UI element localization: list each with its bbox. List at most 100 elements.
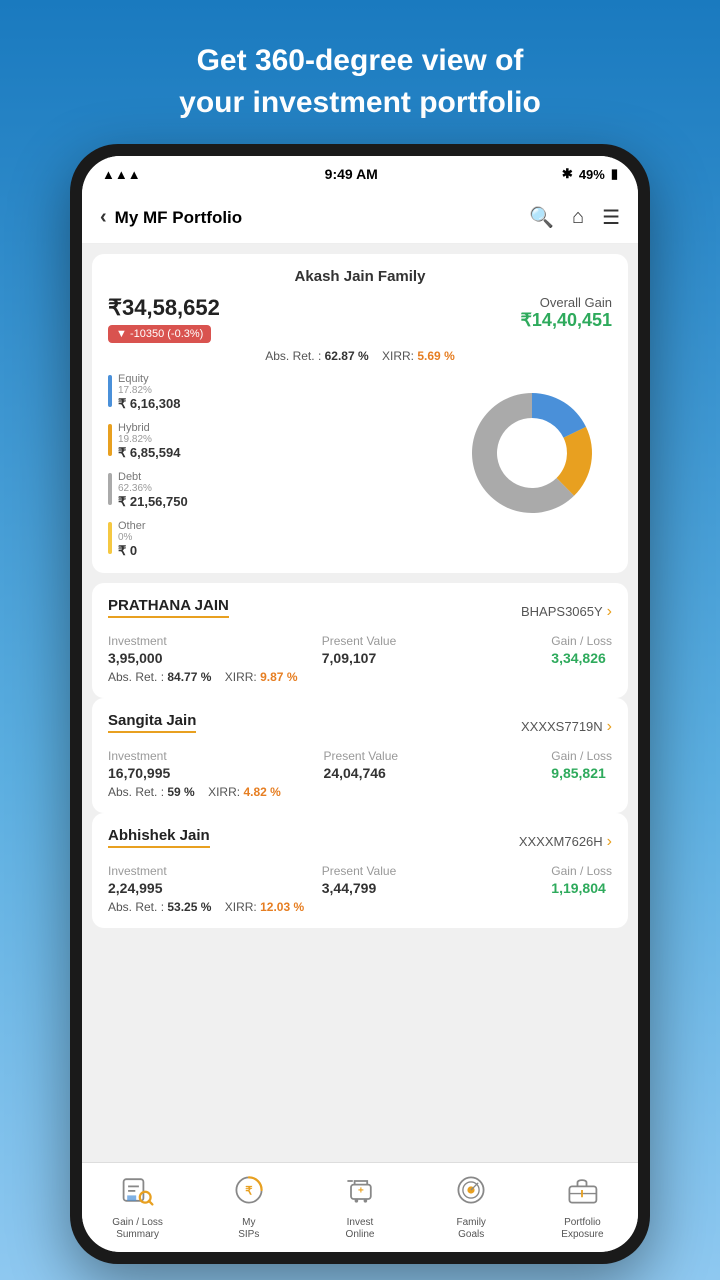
- abs-ret-value: 62.87 %: [325, 349, 369, 363]
- bottom-nav: Gain / LossSummary ₹ MySIPs + InvestOnli…: [82, 1162, 638, 1252]
- gain-loss-value: 9,85,821: [551, 765, 612, 781]
- svg-text:₹: ₹: [245, 1185, 253, 1198]
- alloc-dot: [108, 522, 112, 554]
- allocation-list: Equity 17.82% ₹ 6,16,308 Hybrid 19.82% ₹…: [108, 373, 444, 559]
- bottom-nav-my-sips[interactable]: ₹ MySIPs: [193, 1172, 304, 1241]
- member-card[interactable]: Abhishek Jain XXXXM7626H › Investment 2,…: [92, 813, 628, 928]
- invest-online-icon: +: [342, 1172, 378, 1213]
- member-present-value-col: Present Value 3,44,799: [322, 864, 397, 896]
- alloc-pct: 0%: [118, 532, 146, 543]
- alloc-pct: 19.82%: [118, 434, 181, 445]
- member-card[interactable]: PRATHANA JAIN BHAPS3065Y › Investment 3,…: [92, 583, 628, 698]
- member-card[interactable]: Sangita Jain XXXXS7719N › Investment 16,…: [92, 698, 628, 813]
- alloc-amount: ₹ 21,56,750: [118, 494, 188, 510]
- hero-text: Get 360-degree view of your investment p…: [179, 40, 541, 124]
- back-arrow-icon[interactable]: ‹: [100, 206, 107, 229]
- gain-loss-summary-icon: [120, 1172, 156, 1213]
- investment-value: 2,24,995: [108, 880, 167, 896]
- member-present-value-col: Present Value 7,09,107: [322, 634, 397, 666]
- alloc-dot: [108, 424, 112, 456]
- member-cols: Investment 16,70,995 Present Value 24,04…: [108, 749, 612, 781]
- present-value-label: Present Value: [322, 634, 397, 648]
- status-left: ▲▲▲: [102, 167, 141, 182]
- member-name: PRATHANA JAIN: [108, 597, 229, 618]
- bottom-nav-invest-online[interactable]: + InvestOnline: [304, 1172, 415, 1241]
- my-sips-icon: ₹: [231, 1172, 267, 1213]
- chevron-right-icon: ›: [607, 603, 612, 621]
- alloc-dot: [108, 375, 112, 407]
- gain-loss-label: Gain / Loss: [551, 749, 612, 763]
- svg-text:+: +: [358, 1186, 364, 1197]
- portfolio-top: ₹34,58,652 ▼ -10350 (-0.3%) Overall Gain…: [108, 295, 612, 343]
- alloc-pct: 62.36%: [118, 483, 188, 494]
- headline-line2: your investment portfolio: [179, 86, 541, 119]
- gain-loss-summary-label: Gain / LossSummary: [112, 1217, 163, 1241]
- member-investment-col: Investment 16,70,995: [108, 749, 170, 781]
- investment-value: 16,70,995: [108, 765, 170, 781]
- member-header: Abhishek Jain XXXXM7626H ›: [108, 827, 612, 856]
- chevron-right-icon: ›: [607, 718, 612, 736]
- present-value: 7,09,107: [322, 650, 397, 666]
- battery-level: 49%: [579, 167, 605, 182]
- alloc-label: Equity: [118, 373, 181, 385]
- member-name: Sangita Jain: [108, 712, 196, 733]
- family-goals-icon: [453, 1172, 489, 1213]
- member-pan: XXXXM7626H ›: [519, 833, 612, 851]
- member-present-value-col: Present Value 24,04,746: [324, 749, 399, 781]
- investment-value: 3,95,000: [108, 650, 167, 666]
- headline-line1: Get 360-degree view of: [197, 44, 524, 77]
- member-header: Sangita Jain XXXXS7719N ›: [108, 712, 612, 741]
- member-investment-col: Investment 2,24,995: [108, 864, 167, 896]
- bottom-nav-gain-loss-summary[interactable]: Gain / LossSummary: [82, 1172, 193, 1241]
- total-value: ₹34,58,652: [108, 295, 220, 321]
- portfolio-exposure-label: PortfolioExposure: [561, 1217, 603, 1241]
- alloc-item: Hybrid 19.82% ₹ 6,85,594: [108, 422, 444, 461]
- xirr-value: 5.69 %: [417, 349, 454, 363]
- search-icon[interactable]: 🔍: [529, 205, 554, 230]
- investment-label: Investment: [108, 634, 167, 648]
- invest-online-label: InvestOnline: [346, 1217, 375, 1241]
- member-cols: Investment 3,95,000 Present Value 7,09,1…: [108, 634, 612, 666]
- alloc-amount: ₹ 6,16,308: [118, 396, 181, 412]
- portfolio-change: ▼ -10350 (-0.3%): [108, 325, 211, 343]
- alloc-label: Hybrid: [118, 422, 181, 434]
- member-gain-loss-col: Gain / Loss 1,19,804: [551, 864, 612, 896]
- present-value-label: Present Value: [322, 864, 397, 878]
- menu-icon[interactable]: ☰: [602, 205, 620, 230]
- member-header: PRATHANA JAIN BHAPS3065Y ›: [108, 597, 612, 626]
- nav-left[interactable]: ‹ My MF Portfolio: [100, 206, 242, 229]
- bottom-nav-family-goals[interactable]: FamilyGoals: [416, 1172, 527, 1241]
- present-value-label: Present Value: [324, 749, 399, 763]
- bottom-nav-portfolio-exposure[interactable]: PortfolioExposure: [527, 1172, 638, 1241]
- home-icon[interactable]: ⌂: [572, 206, 584, 229]
- member-pan: BHAPS3065Y ›: [521, 603, 612, 621]
- donut-chart: [452, 373, 612, 533]
- alloc-item: Debt 62.36% ₹ 21,56,750: [108, 471, 444, 510]
- content-area: Akash Jain Family ₹34,58,652 ▼ -10350 (-…: [82, 244, 638, 1162]
- abs-ret-row: Abs. Ret. : 62.87 % XIRR: 5.69 %: [108, 349, 612, 363]
- xirr-label: XIRR:: [382, 349, 414, 363]
- alloc-item: Equity 17.82% ₹ 6,16,308: [108, 373, 444, 412]
- alloc-amount: ₹ 0: [118, 543, 146, 559]
- alloc-label: Debt: [118, 471, 188, 483]
- portfolio-exposure-icon: [564, 1172, 600, 1213]
- alloc-item: Other 0% ₹ 0: [108, 520, 444, 559]
- family-name: Akash Jain Family: [108, 268, 612, 285]
- member-gain-loss-col: Gain / Loss 9,85,821: [551, 749, 612, 781]
- wifi-icon: ▲▲▲: [102, 167, 141, 182]
- alloc-amount: ₹ 6,85,594: [118, 445, 181, 461]
- gain-loss-label: Gain / Loss: [551, 864, 612, 878]
- nav-title: My MF Portfolio: [115, 208, 242, 228]
- gain-loss-value: 3,34,826: [551, 650, 612, 666]
- alloc-pct: 17.82%: [118, 385, 181, 396]
- phone-screen: ▲▲▲ 9:49 AM ✱ 49% ▮ ‹ My MF Portfolio 🔍 …: [82, 156, 638, 1252]
- status-right: ✱ 49% ▮: [562, 166, 618, 182]
- status-time: 9:49 AM: [325, 166, 378, 182]
- present-value: 3,44,799: [322, 880, 397, 896]
- gain-loss-label: Gain / Loss: [551, 634, 612, 648]
- member-investment-col: Investment 3,95,000: [108, 634, 167, 666]
- abs-ret-label: Abs. Ret. :: [265, 349, 321, 363]
- member-cols: Investment 2,24,995 Present Value 3,44,7…: [108, 864, 612, 896]
- chevron-right-icon: ›: [607, 833, 612, 851]
- overall-gain-value: ₹14,40,451: [520, 310, 612, 331]
